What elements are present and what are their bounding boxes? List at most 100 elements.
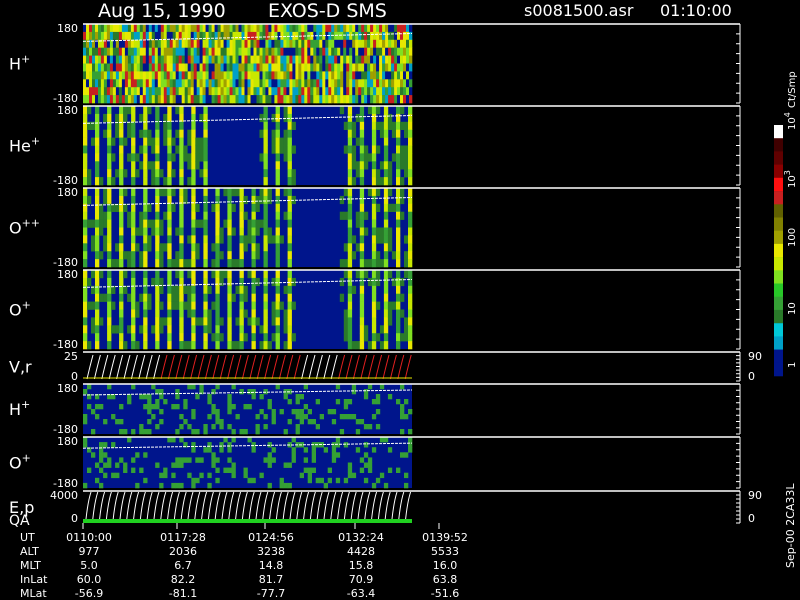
heatmap-cell [359, 106, 365, 115]
heatmap-cell [166, 95, 170, 104]
heatmap-cell [196, 79, 200, 88]
heatmap-cell [347, 293, 353, 302]
heatmap-cell [239, 277, 244, 287]
heatmap-cell [191, 285, 196, 294]
heatmap-cell [286, 63, 290, 72]
heatmap-cell [179, 121, 184, 130]
heatmap-cell [268, 39, 272, 48]
heatmap-cell [351, 153, 357, 162]
heatmap-cell [178, 55, 182, 64]
heatmap-cell [385, 39, 389, 48]
heatmap-cell [167, 301, 172, 310]
heatmap-cell [251, 447, 256, 453]
heatmap-cell [195, 317, 200, 326]
heatmap-cell [239, 325, 244, 334]
heatmap-cell [263, 153, 268, 162]
heatmap-cell [337, 24, 341, 33]
heatmap-cell [195, 137, 200, 146]
heatmap-cell [346, 24, 350, 33]
heatmap-cell [235, 414, 240, 420]
heatmap-cell [263, 424, 268, 430]
heatmap-cell [403, 39, 407, 48]
heatmap-cell [131, 195, 136, 205]
heatmap-cell [187, 309, 192, 318]
heatmap-cell [227, 341, 232, 350]
heatmap-cell [111, 442, 116, 448]
heatmap-cell [147, 404, 152, 410]
heatmap-cell [241, 39, 245, 48]
heatmap-cell [131, 106, 136, 115]
heatmap-cell [131, 301, 136, 310]
heatmap-cell [171, 137, 176, 146]
panel-4: 250V,r900 [9, 350, 762, 383]
heatmap-cell [118, 87, 123, 96]
heatmap-cell [175, 87, 179, 96]
heatmap-cell [259, 71, 263, 80]
heatmap-cell [355, 39, 359, 48]
heatmap-cell [367, 462, 373, 468]
heatmap-cell [130, 31, 135, 41]
time-axis-row-label: MLT [20, 559, 41, 572]
time-axis-value: 63.8 [433, 573, 458, 586]
heatmap-cell [166, 24, 170, 33]
heatmap-cell [383, 325, 389, 334]
heatmap-cell [397, 39, 401, 48]
heatmap-cell [371, 325, 377, 334]
heatmap-cell [394, 55, 398, 64]
heatmap-cell [271, 137, 276, 146]
heatmap-cell [383, 153, 389, 162]
heatmap-cell [239, 211, 244, 220]
heatmap-cell [124, 47, 129, 56]
heatmap-cell [283, 462, 288, 468]
heatmap-cell [400, 121, 405, 130]
heatmap-cell [121, 87, 126, 96]
heatmap-cell [123, 113, 128, 123]
heatmap-cell [275, 243, 280, 252]
heatmap-cell [396, 467, 401, 473]
heatmap-cell [256, 95, 260, 104]
heatmap-cell [267, 457, 272, 463]
heatmap-cell [151, 95, 156, 104]
panel-stack: 180-180H+180-180He+180-180O++180-180O+25… [9, 22, 762, 529]
heatmap-cell [268, 55, 272, 64]
heatmap-cell [112, 55, 117, 64]
heatmap-cell [396, 153, 401, 162]
heatmap-cell [259, 219, 264, 228]
heatmap-cell [303, 467, 308, 473]
heatmap-cell [340, 31, 344, 41]
heatmap-cell [123, 467, 128, 473]
heatmap-cell [231, 384, 236, 390]
heatmap-cell [131, 285, 136, 294]
heatmap-cell [325, 63, 329, 72]
heatmap-cell [181, 95, 185, 104]
heatmap-cell [271, 414, 276, 420]
heatmap-cell [107, 293, 112, 302]
heatmap-cell [112, 87, 117, 96]
heatmap-cell [143, 317, 148, 326]
heatmap-cell [147, 301, 152, 310]
heatmap-cell [175, 95, 179, 104]
heatmap-cell [283, 394, 288, 400]
heatmap-cell [147, 419, 152, 425]
heatmap-cell [391, 121, 397, 130]
heatmap-cell [275, 325, 280, 334]
heatmap-cell [215, 203, 220, 212]
heatmap-cell [313, 79, 317, 88]
heatmap-cell [247, 55, 251, 64]
heatmap-cell [359, 285, 365, 294]
heatmap-cell [307, 24, 311, 33]
heatmap-cell [118, 95, 123, 104]
heatmap-cell [157, 55, 162, 64]
heatmap-cell [275, 277, 280, 287]
heatmap-cell [307, 477, 312, 484]
heatmap-cell [107, 462, 112, 468]
heatmap-cell [379, 95, 383, 104]
heatmap-cell [86, 95, 90, 104]
heatmap-cell [167, 293, 172, 302]
heatmap-cell [359, 188, 365, 197]
heatmap-cell [115, 47, 120, 56]
colorbar-tick-label: 100 [787, 228, 798, 247]
heatmap-cell [172, 95, 176, 104]
heatmap-cell [119, 333, 124, 342]
heatmap-cell [107, 195, 112, 205]
